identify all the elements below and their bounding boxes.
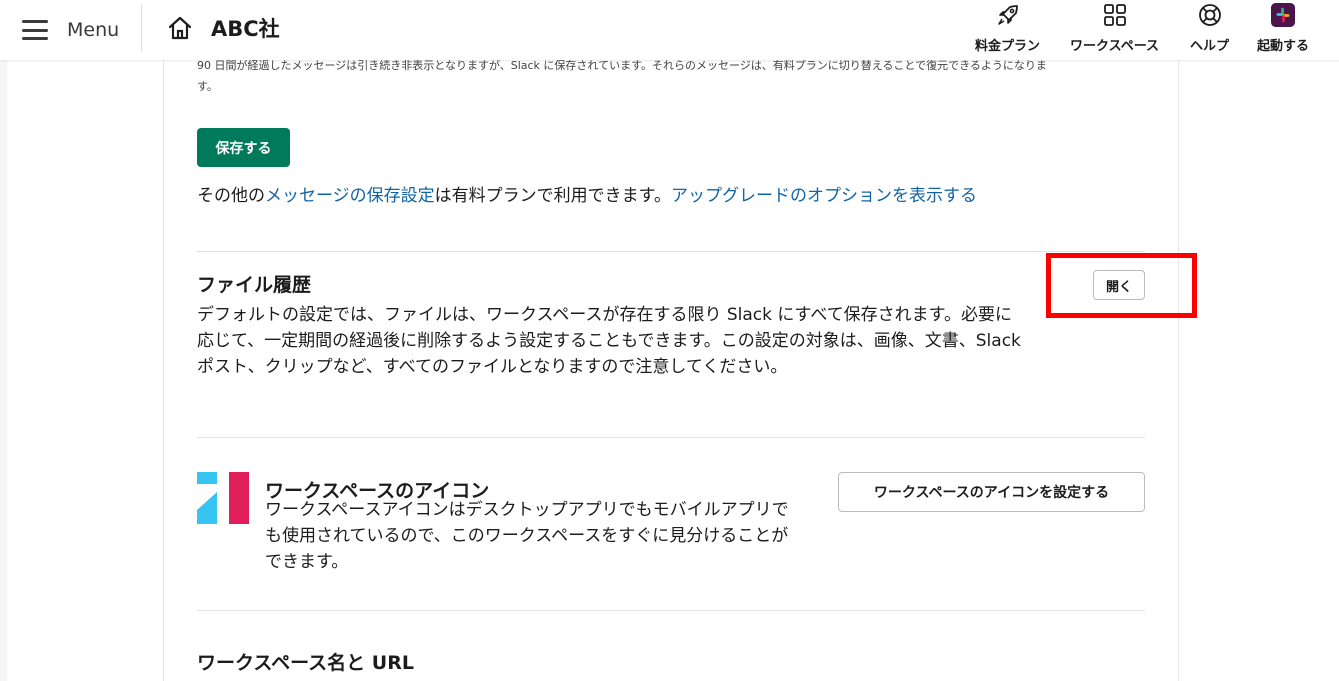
retention-note: 90 日間が経過したメッセージは引き続き非表示となりますが、Slack に保存さ…	[197, 59, 1047, 93]
nav-pricing-label: 料金プラン	[975, 39, 1041, 54]
nav-help[interactable]: ヘルプ	[1190, 3, 1229, 55]
info-prefix: その他の	[197, 186, 265, 206]
set-workspace-icon-button[interactable]: ワークスペースのアイコンを設定する	[838, 472, 1145, 512]
nav-launch-label: 起動する	[1257, 39, 1310, 54]
nav-workspaces-label: ワークスペース	[1070, 39, 1160, 54]
nav-pricing[interactable]: 料金プラン	[975, 3, 1040, 55]
retention-info: その他のメッセージの保存設定は有料プランで利用できます。アップグレードのオプショ…	[197, 183, 1047, 209]
section-divider	[197, 251, 1145, 252]
lifebuoy-icon	[1198, 3, 1222, 27]
highlight-annotation	[1046, 253, 1197, 318]
save-button[interactable]: 保存する	[197, 128, 290, 167]
message-retention-link[interactable]: メッセージの保存設定	[265, 186, 435, 206]
workspace-home-link[interactable]: ABC社	[166, 12, 280, 44]
rocket-icon	[996, 3, 1020, 27]
header-divider	[141, 5, 142, 51]
info-middle: は有料プランで利用できます。	[434, 186, 671, 206]
grid-icon	[1103, 3, 1127, 27]
nav-help-label: ヘルプ	[1190, 39, 1230, 54]
nav-workspaces[interactable]: ワークスペース	[1070, 3, 1159, 55]
upgrade-options-link[interactable]: アップグレードのオプションを表示する	[671, 186, 977, 206]
top-bar: Menu ABC社 料金プラン ワークスペース ヘルプ 起動する	[0, 0, 1339, 60]
menu-label: Menu	[67, 19, 120, 41]
file-history-description: デフォルトの設定では、ファイルは、ワークスペースが存在する限り Slack にす…	[197, 305, 1021, 377]
file-history-title: ファイル履歴	[197, 274, 312, 296]
workspace-url-title: ワークスペース名と URL	[197, 652, 414, 674]
slack-logo-icon	[1271, 3, 1295, 27]
workspace-icon-image	[197, 472, 249, 524]
left-gutter	[0, 60, 7, 681]
home-icon	[168, 16, 192, 40]
hamburger-icon	[22, 20, 48, 40]
section-divider	[197, 437, 1145, 438]
menu-button[interactable]: Menu	[22, 15, 119, 45]
workspace-name: ABC社	[211, 17, 280, 41]
nav-launch[interactable]: 起動する	[1257, 3, 1309, 55]
section-divider	[197, 610, 1145, 611]
workspace-icon-description: ワークスペースアイコンはデスクトップアプリでもモバイルアプリでも使用されているの…	[265, 500, 789, 572]
